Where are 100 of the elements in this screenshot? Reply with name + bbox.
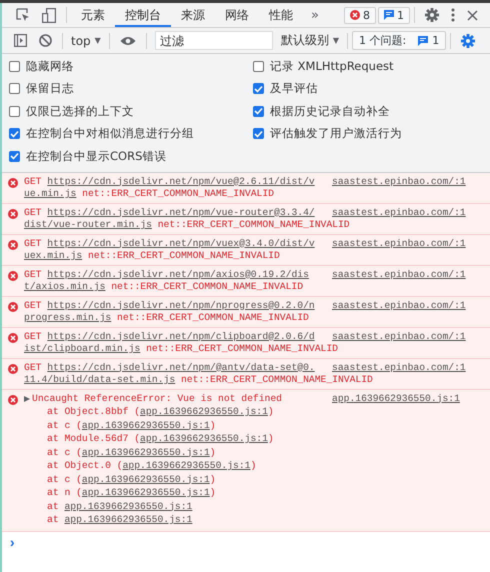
settings-icon[interactable] [425,8,439,22]
url-link[interactable]: https://cdn.jsdelivr.net/npm/vue@2.6.11/dist/v [47,176,315,186]
url-link[interactable]: https://cdn.jsdelivr.net/npm/vue-router@3.3.4/ [47,206,315,218]
stack-frame: at Object.0 (app.1639662936550.js:1) [24,459,324,472]
url-link[interactable]: dist/vue-router.min.js [24,219,152,230]
error-icon [8,364,18,374]
settings-icon[interactable] [461,34,476,48]
message-count-button[interactable]: 1 [378,6,410,24]
url-link[interactable]: t/axios.min.js [24,281,106,292]
context-dropdown[interactable]: top ▼ [67,34,105,48]
source-link[interactable]: app.1639662936550.js:1 [332,392,460,526]
stack-frame: at Module.56d7 (app.1639662936550.js:1) [24,432,324,446]
checkbox[interactable] [9,83,20,94]
checkbox[interactable] [253,128,264,140]
eye-icon[interactable] [120,36,136,46]
setting-label: 在控制台中对相似消息进行分组 [26,126,194,142]
error-text: net::ERR_CERT_COMMON_NAME_INVALID [146,343,338,354]
caret-icon: ▼ [94,36,101,45]
source-link[interactable]: saastest.epinbao.com/:1 [332,176,466,200]
error-text: net::ERR_CERT_COMMON_NAME_INVALID [88,250,280,261]
url-link[interactable]: https://cdn.jsdelivr.net/npm/nprogress@0.2.0/n [47,300,315,310]
request-method: GET [24,362,42,372]
inspect-icon[interactable] [16,8,30,22]
setting-label: 保留日志 [26,81,74,96]
stack-frame: at c (app.1639662936550.js:1) [24,472,324,486]
stack-frame: at c (app.1639662936550.js:1) [24,418,324,432]
log-level-dropdown[interactable]: 默认级别 ▼ [276,32,343,49]
more-options-icon[interactable] [451,8,455,22]
source-link[interactable]: saastest.epinbao.com/:1 [332,300,466,324]
source-link[interactable]: app.1639662936550.js:1 [82,420,210,430]
caret-icon: ▼ [332,36,339,45]
checkbox[interactable] [253,106,264,117]
stack-frame: at app.1639662936550.js:1 [24,513,324,526]
request-method: GET [24,330,42,342]
url-link[interactable]: progress.min.js [24,312,112,323]
check-icon [254,107,263,116]
check-icon [10,130,19,138]
url-link[interactable]: 11.4/build/data-set.min.js [24,374,176,385]
message-icon [418,36,428,46]
stack-frame: at Object.8bbf (app.1639662936550.js:1) [24,405,324,418]
error-icon [8,394,18,404]
collapse-triangle-icon[interactable] [24,396,30,402]
error-count-button[interactable]: 8 [344,6,376,24]
more-tabs-button[interactable]: » [303,8,327,22]
setting-label: 仅限已选择的上下文 [26,104,134,119]
error-icon [8,178,18,188]
checkbox[interactable] [9,128,20,140]
setting-label: 及早评估 [270,81,318,96]
device-toolbar-icon[interactable] [42,8,56,22]
setting-label: 评估触发了用户激活行为 [270,126,402,142]
error-icon [8,302,18,312]
url-link[interactable]: ist/clipboard.min.js [24,343,140,354]
tab[interactable]: 元素 [71,3,115,27]
source-link[interactable]: app.1639662936550.js:1 [64,514,192,525]
source-link[interactable]: app.1639662936550.js:1 [82,487,210,498]
checkbox[interactable] [9,150,20,162]
sidebar-toggle-icon[interactable] [14,34,27,47]
source-link[interactable]: saastest.epinbao.com/:1 [332,268,466,294]
url-link[interactable]: https://cdn.jsdelivr.net/npm/clipboard@2.0.6/d [47,330,315,342]
filter-field[interactable]: 过滤 [154,31,273,50]
tab[interactable]: 性能 [259,3,303,27]
source-link[interactable]: app.1639662936550.js:1 [82,446,210,458]
tab[interactable]: 来源 [171,3,215,27]
check-icon [10,152,19,160]
issues-button[interactable]: 1 个问题: 1 [352,31,446,50]
checkbox[interactable] [9,106,20,117]
setting-label: 根据历史记录自动补全 [270,104,390,119]
source-link[interactable]: app.1639662936550.js:1 [140,433,268,444]
source-link[interactable]: app.1639662936550.js:1 [122,460,250,471]
request-method: GET [24,300,42,310]
checkbox[interactable] [253,83,264,94]
source-link[interactable]: app.1639662936550.js:1 [140,406,268,417]
tab[interactable]: 网络 [215,3,259,27]
stack-frame: at c (app.1639662936550.js:1) [24,446,324,459]
setting-label: 在控制台中显示CORS错误 [26,148,166,164]
source-link[interactable]: saastest.epinbao.com/:1 [332,238,466,262]
stack-frame: at app.1639662936550.js:1 [24,500,324,513]
source-link[interactable]: app.1639662936550.js:1 [64,500,192,512]
close-icon[interactable] [467,10,478,20]
error-icon [8,240,18,250]
error-icon [8,332,18,342]
clear-console-icon[interactable] [39,34,52,47]
request-method: GET [24,206,42,218]
error-text: net::ERR_CERT_COMMON_NAME_INVALID [180,374,373,385]
prompt-icon[interactable]: › [8,536,16,552]
check-icon [254,130,263,138]
url-link[interactable]: https://cdn.jsdelivr.net/npm/@antv/data-set@0. [47,362,315,372]
checkbox[interactable] [253,60,264,72]
url-link[interactable]: ue.min.js [24,188,76,199]
checkbox[interactable] [9,60,20,72]
source-link[interactable]: app.1639662936550.js:1 [82,474,210,484]
error-icon [350,10,360,20]
url-link[interactable]: https://cdn.jsdelivr.net/npm/axios@0.19.2/dis [47,268,309,280]
request-method: GET [24,238,42,248]
url-link[interactable]: uex.min.js [24,250,82,261]
setting-label: 记录 XMLHttpRequest [270,58,394,74]
error-text: net::ERR_CERT_COMMON_NAME_INVALID [82,188,274,199]
error-text: net::ERR_CERT_COMMON_NAME_INVALID [111,281,304,292]
url-link[interactable]: https://cdn.jsdelivr.net/npm/vuex@3.4.0/dist/v [47,238,315,248]
error-text: net::ERR_CERT_COMMON_NAME_INVALID [158,219,350,230]
